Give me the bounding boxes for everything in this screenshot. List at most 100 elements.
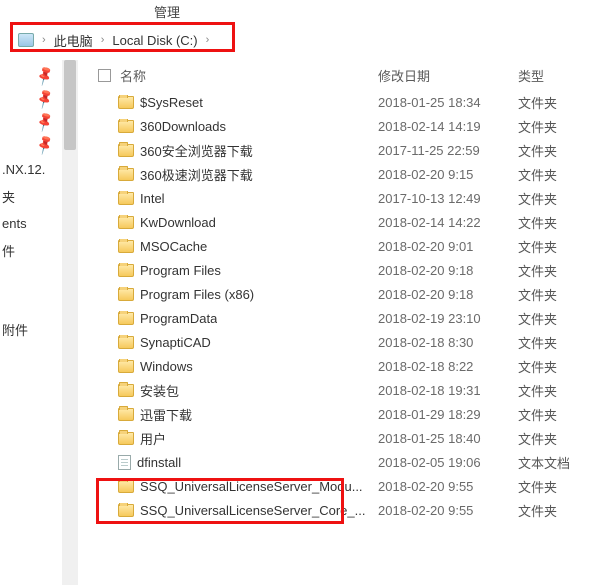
folder-icon <box>118 240 134 253</box>
ribbon-tab-manage[interactable]: 管理 <box>140 0 194 24</box>
file-name: Intel <box>140 191 165 206</box>
file-row[interactable]: 360极速浏览器下载2018-02-20 9:15文件夹 <box>90 162 600 186</box>
file-row[interactable]: dfinstall2018-02-05 19:06文本文档 <box>90 450 600 474</box>
file-row[interactable]: Windows2018-02-18 8:22文件夹 <box>90 354 600 378</box>
file-row[interactable]: 安装包2018-02-18 19:31文件夹 <box>90 378 600 402</box>
file-type: 文件夹 <box>518 237 588 256</box>
file-row[interactable]: Intel2017-10-13 12:49文件夹 <box>90 186 600 210</box>
breadcrumb-local-disk-c[interactable]: Local Disk (C:) <box>110 31 199 50</box>
breadcrumb-this-pc[interactable]: 此电脑 <box>52 29 95 52</box>
name-cell[interactable]: ProgramData <box>118 311 378 326</box>
file-row[interactable]: SSQ_UniversalLicenseServer_Core_... 2018-… <box>90 498 600 522</box>
date-modified: 2018-02-20 9:01 <box>378 239 518 254</box>
folder-icon <box>118 168 134 181</box>
name-cell[interactable]: KwDownload <box>118 215 378 230</box>
name-cell[interactable]: 安装包 <box>118 381 378 400</box>
date-modified: 2018-01-29 18:29 <box>378 407 518 422</box>
file-row[interactable]: Program Files2018-02-20 9:18文件夹 <box>90 258 600 282</box>
file-name: $SysReset <box>140 95 203 110</box>
file-type: 文件夹 <box>518 501 588 520</box>
sidebar-item[interactable]: .NX.12. <box>2 162 60 177</box>
file-row[interactable]: 360安全浏览器下载2017-11-25 22:59文件夹 <box>90 138 600 162</box>
file-row[interactable]: 迅雷下载2018-01-29 18:29文件夹 <box>90 402 600 426</box>
name-cell[interactable]: $SysReset <box>118 95 378 110</box>
nav-sidebar: 📌 📌 📌 📌 .NX.12. 夹 ents 件 附件 <box>0 60 60 585</box>
file-name: KwDownload <box>140 215 216 230</box>
folder-icon <box>118 264 134 277</box>
name-cell[interactable]: Intel <box>118 191 378 206</box>
text-file-icon <box>118 455 131 470</box>
date-modified: 2018-02-18 8:22 <box>378 359 518 374</box>
date-modified: 2018-02-18 19:31 <box>378 383 518 398</box>
file-type: 文件夹 <box>518 93 588 112</box>
file-row[interactable]: 用户 2018-01-25 18:40文件夹 <box>90 426 600 450</box>
file-row[interactable]: 360Downloads2018-02-14 14:19文件夹 <box>90 114 600 138</box>
name-cell[interactable]: MSOCache <box>118 239 378 254</box>
date-modified: 2018-02-05 19:06 <box>378 455 518 470</box>
folder-icon <box>118 336 134 349</box>
file-row[interactable]: ProgramData2018-02-19 23:10文件夹 <box>90 306 600 330</box>
name-cell[interactable]: 迅雷下载 <box>118 405 378 424</box>
sidebar-item[interactable]: 件 <box>2 241 60 260</box>
file-name: SSQ_UniversalLicenseServer_Core_... <box>140 503 365 518</box>
name-cell[interactable]: Program Files <box>118 263 378 278</box>
date-modified: 2018-01-25 18:40 <box>378 431 518 446</box>
folder-icon <box>118 120 134 133</box>
file-row[interactable]: SynaptiCAD2018-02-18 8:30文件夹 <box>90 330 600 354</box>
date-modified: 2018-02-20 9:55 <box>378 503 518 518</box>
file-type: 文件夹 <box>518 117 588 136</box>
chevron-right-icon[interactable]: › <box>206 34 210 46</box>
file-row[interactable]: $SysReset2018-01-25 18:34文件夹 <box>90 90 600 114</box>
file-row[interactable]: KwDownload 2018-02-14 14:22文件夹 <box>90 210 600 234</box>
name-cell[interactable]: SynaptiCAD <box>118 335 378 350</box>
file-type: 文件夹 <box>518 429 588 448</box>
file-type: 文件夹 <box>518 333 588 352</box>
pin-icon[interactable]: 📌 <box>33 130 62 157</box>
chevron-right-icon[interactable]: › <box>42 34 46 46</box>
pin-icon[interactable]: 📌 <box>33 107 62 134</box>
folder-icon <box>118 312 134 325</box>
pin-icon[interactable]: 📌 <box>33 61 62 88</box>
column-header-name[interactable]: 名称 <box>118 66 378 85</box>
column-header-type[interactable]: 类型 <box>518 66 588 85</box>
name-cell[interactable]: 360Downloads <box>118 119 378 134</box>
name-cell[interactable]: SSQ_UniversalLicenseServer_Modu... <box>118 479 378 494</box>
column-header-date[interactable]: 修改日期 <box>378 66 518 85</box>
name-cell[interactable]: Windows <box>118 359 378 374</box>
file-row[interactable]: SSQ_UniversalLicenseServer_Modu...2018-0… <box>90 474 600 498</box>
file-row[interactable]: MSOCache2018-02-20 9:01文件夹 <box>90 234 600 258</box>
file-type: 文件夹 <box>518 357 588 376</box>
file-name: 安装包 <box>140 381 179 400</box>
name-cell[interactable]: 360极速浏览器下载 <box>118 165 378 184</box>
folder-icon <box>118 288 134 301</box>
pin-icon[interactable]: 📌 <box>33 84 62 111</box>
folder-icon <box>118 432 134 445</box>
file-row[interactable]: Program Files (x86)2018-02-20 9:18文件夹 <box>90 282 600 306</box>
file-type: 文件夹 <box>518 213 588 232</box>
sidebar-scrollbar[interactable] <box>62 60 78 585</box>
name-cell[interactable]: 360安全浏览器下载 <box>118 141 378 160</box>
folder-icon <box>118 216 134 229</box>
file-name: Program Files (x86) <box>140 287 254 302</box>
sidebar-item[interactable]: 附件 <box>2 320 60 339</box>
folder-icon <box>118 384 134 397</box>
folder-icon <box>118 408 134 421</box>
file-name: Program Files <box>140 263 221 278</box>
sidebar-item[interactable]: 夹 <box>2 187 60 206</box>
name-cell[interactable]: Program Files (x86) <box>118 287 378 302</box>
name-cell[interactable]: SSQ_UniversalLicenseServer_Core_... <box>118 503 378 518</box>
name-cell[interactable]: 用户 <box>118 429 378 448</box>
breadcrumb[interactable]: › 此电脑 › Local Disk (C:) › <box>18 28 600 52</box>
sidebar-item[interactable]: ents <box>2 216 60 231</box>
chevron-right-icon[interactable]: › <box>101 34 105 46</box>
file-name: SSQ_UniversalLicenseServer_Modu... <box>140 479 363 494</box>
date-modified: 2018-02-20 9:18 <box>378 263 518 278</box>
file-name: ProgramData <box>140 311 217 326</box>
column-header-row: 名称 修改日期 类型 <box>90 60 600 90</box>
pc-icon <box>18 33 34 47</box>
scrollbar-thumb[interactable] <box>64 60 76 150</box>
name-cell[interactable]: dfinstall <box>118 455 378 470</box>
select-all-checkbox[interactable] <box>90 69 118 82</box>
date-modified: 2018-02-14 14:22 <box>378 215 518 230</box>
file-name: 用户 <box>140 429 166 448</box>
